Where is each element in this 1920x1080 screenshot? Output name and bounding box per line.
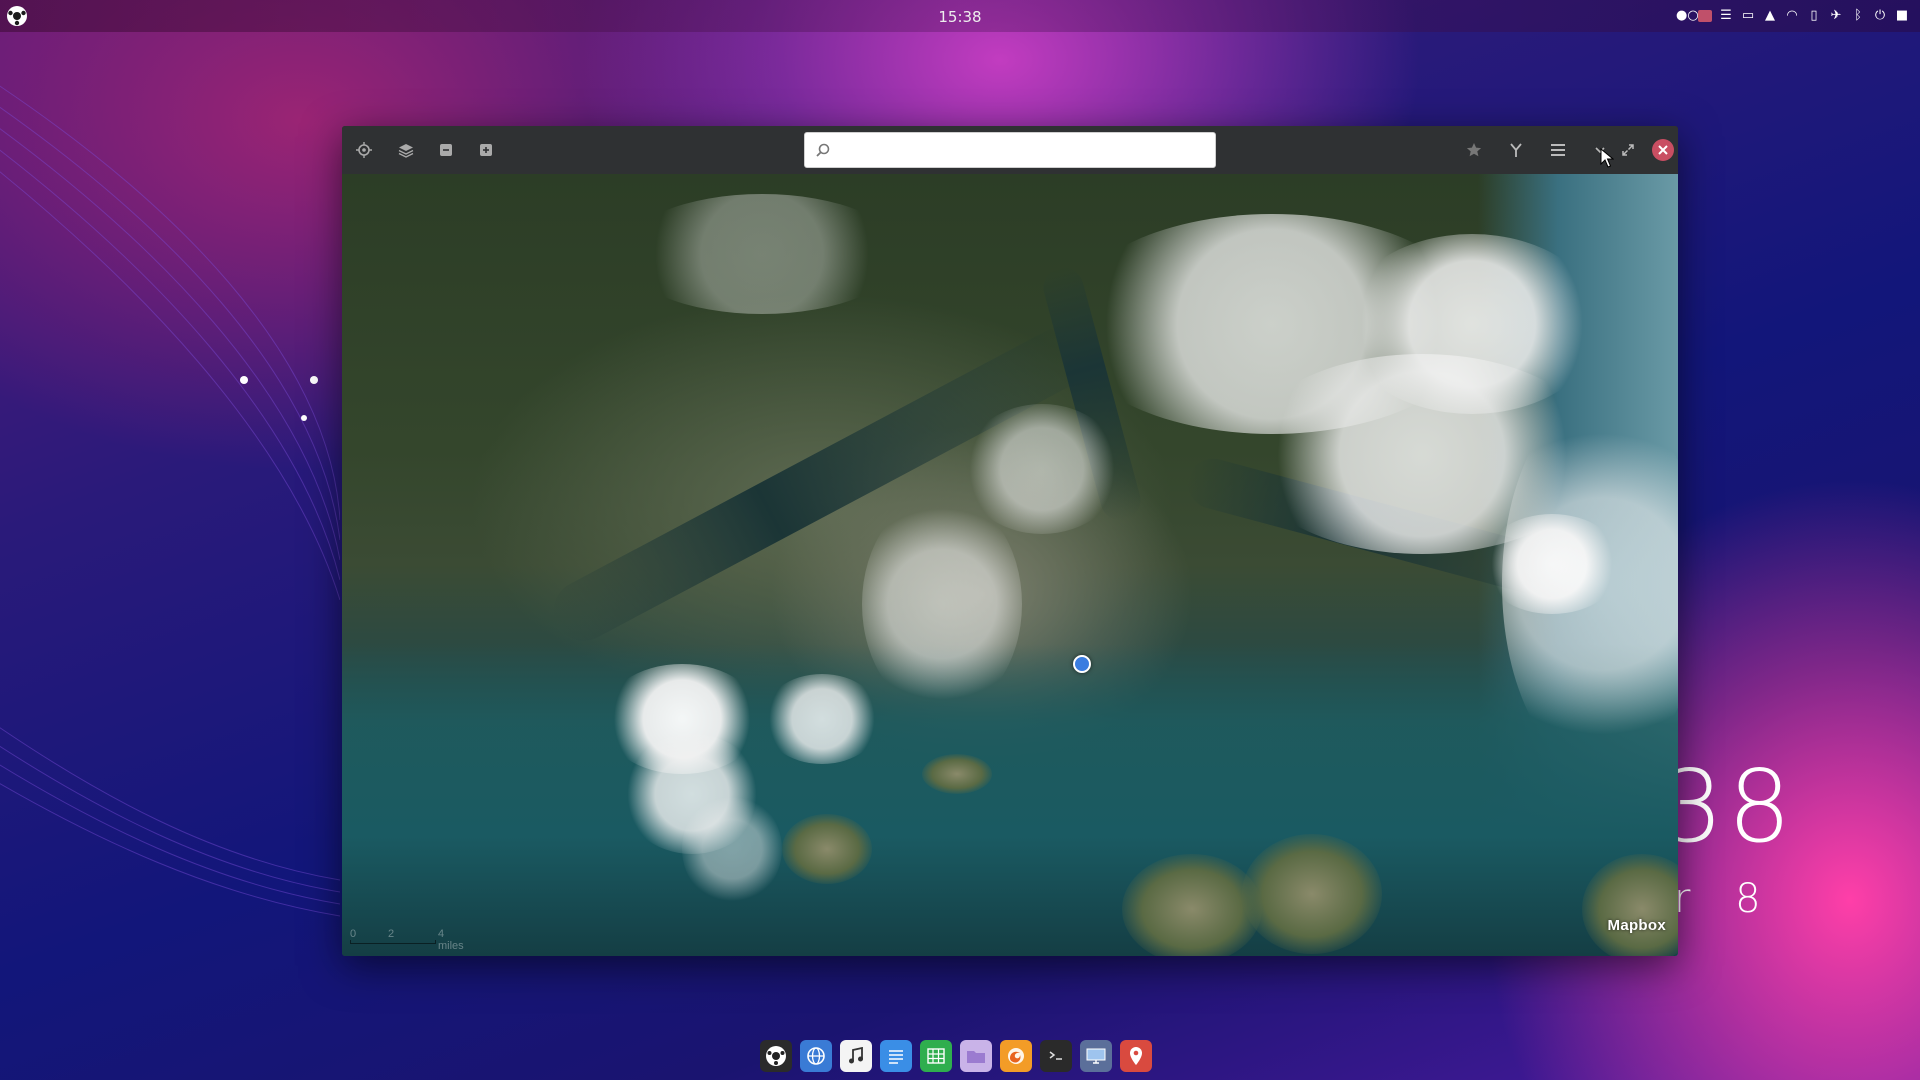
maximize-icon	[1622, 144, 1634, 156]
map-cloud	[762, 674, 882, 764]
map-scale-label: 4 miles	[438, 928, 464, 952]
map-scale-bar	[350, 940, 436, 944]
maximize-button[interactable]	[1614, 136, 1642, 164]
zoom-in-button[interactable]	[472, 136, 500, 164]
route-button[interactable]	[1502, 136, 1530, 164]
locate-me-icon	[356, 142, 372, 158]
map-cloud	[622, 194, 902, 314]
wallpaper-waves	[0, 85, 340, 917]
map-scale-label: 2	[388, 928, 395, 940]
maps-window: 0 2 4 miles Mapbox	[342, 126, 1678, 956]
firefox-icon	[1008, 1048, 1024, 1064]
dock-item-files[interactable]	[960, 1040, 992, 1072]
star-icon	[1466, 143, 1482, 157]
current-location-icon[interactable]	[1073, 655, 1091, 673]
desktop-date-widget: r 8	[1674, 876, 1777, 922]
locate-me-button[interactable]	[350, 136, 378, 164]
close-icon	[1658, 145, 1668, 155]
panel-clock[interactable]: 15:38	[0, 8, 1920, 26]
grid-icon	[927, 1048, 945, 1064]
zoom-in-icon	[480, 144, 492, 156]
map-attribution[interactable]: Mapbox	[1608, 917, 1666, 934]
monitor-icon	[1086, 1048, 1106, 1064]
folder-icon[interactable]: ▭	[1740, 8, 1756, 24]
dock-item-terminal[interactable]	[1040, 1040, 1072, 1072]
dock-item-firefox[interactable]	[1000, 1040, 1032, 1072]
mouse-cursor-icon	[1600, 148, 1614, 168]
route-icon	[1510, 143, 1522, 157]
map-island	[1122, 854, 1262, 956]
map-island	[1242, 834, 1382, 954]
wifi-icon[interactable]: ◠	[1784, 8, 1800, 24]
bluetooth-icon[interactable]: ᛒ	[1850, 8, 1866, 24]
map-cloud	[862, 494, 1022, 714]
hamburger-menu-icon	[1551, 144, 1565, 156]
dock-item-browser[interactable]	[800, 1040, 832, 1072]
folder-icon	[967, 1051, 985, 1063]
indicator-dots-icon[interactable]: ●○	[1676, 8, 1699, 24]
music-note-icon	[849, 1047, 863, 1064]
system-tray: ●○ ☰ ▭ ▲ ◠ ▯ ✈ ᛒ ⏻ ■	[1676, 6, 1910, 26]
dock-item-screenshot-tool[interactable]	[1080, 1040, 1112, 1072]
search-icon	[816, 143, 830, 157]
notification-bell-icon[interactable]: ▲	[1762, 8, 1778, 24]
layers-icon	[398, 144, 414, 158]
zoom-out-button[interactable]	[432, 136, 460, 164]
main-menu-button[interactable]	[1544, 136, 1572, 164]
maps-headerbar	[342, 126, 1678, 175]
terminal-icon	[1049, 1051, 1062, 1060]
dock	[760, 1040, 1152, 1074]
zoom-out-icon	[440, 144, 452, 156]
search-input[interactable]	[837, 133, 1211, 167]
map-sea-south	[342, 644, 1678, 956]
map-cloud	[1342, 234, 1602, 414]
layers-button[interactable]	[392, 136, 420, 164]
power-icon[interactable]: ⏻	[1872, 8, 1888, 24]
dock-item-spreadsheet[interactable]	[920, 1040, 952, 1072]
dock-item-music[interactable]	[840, 1040, 872, 1072]
dock-item-maps[interactable]	[1120, 1040, 1152, 1072]
map-cloud	[962, 404, 1122, 534]
map-cloud	[682, 794, 782, 904]
desktop-clock-widget: 38	[1660, 748, 1796, 865]
map-island	[782, 814, 872, 884]
soccer-logo-icon	[766, 1046, 786, 1066]
globe-icon	[807, 1047, 825, 1065]
document-lines-icon	[889, 1050, 903, 1064]
map-scale-label: 0	[350, 928, 357, 940]
dock-item-text-editor[interactable]	[880, 1040, 912, 1072]
battery-icon[interactable]: ▯	[1806, 8, 1822, 24]
map-pin-icon	[1130, 1047, 1142, 1065]
desktop-icon[interactable]: ■	[1894, 8, 1910, 24]
close-button[interactable]	[1652, 139, 1674, 161]
satellite-map[interactable]: 0 2 4 miles Mapbox	[342, 174, 1678, 956]
top-panel: 15:38 ●○ ☰ ▭ ▲ ◠ ▯ ✈ ᛒ ⏻ ■	[0, 0, 1920, 32]
map-island	[922, 754, 992, 794]
favorites-button[interactable]	[1460, 136, 1488, 164]
screen-recorder-icon[interactable]	[1698, 10, 1712, 22]
dock-item-system-settings[interactable]	[760, 1040, 792, 1072]
search-box[interactable]	[804, 132, 1216, 168]
menu-icon[interactable]: ☰	[1718, 8, 1734, 24]
airplane-mode-icon[interactable]: ✈	[1828, 8, 1844, 24]
